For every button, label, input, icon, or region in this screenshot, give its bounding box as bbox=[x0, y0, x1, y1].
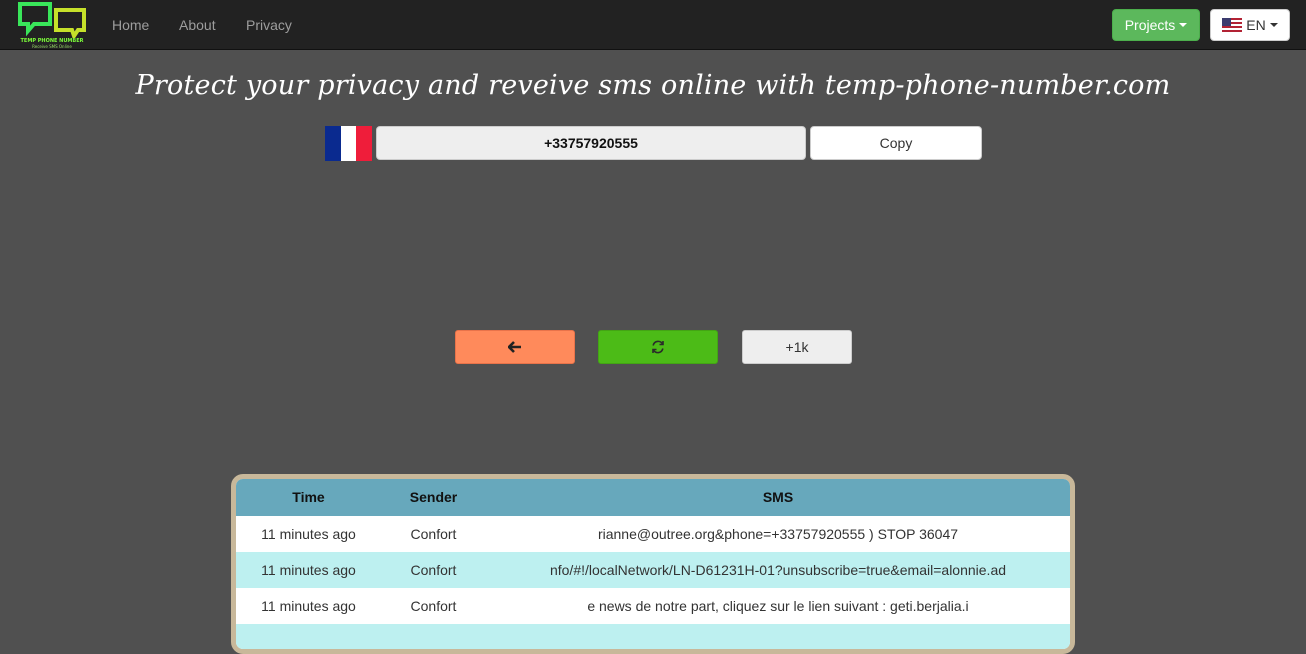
nav-about-link[interactable]: About bbox=[179, 16, 216, 34]
table-row[interactable]: 11 minutes ago Confort rianne@outree.org… bbox=[236, 516, 1070, 552]
row-sender: Confort bbox=[410, 598, 457, 614]
nav-privacy-link[interactable]: Privacy bbox=[246, 16, 292, 34]
header-sender: Sender bbox=[409, 489, 458, 505]
chat-bubbles-icon bbox=[18, 2, 86, 38]
france-flag-icon bbox=[325, 126, 373, 161]
logo-subtext: Receive SMS Online bbox=[32, 44, 72, 49]
caret-down-icon bbox=[1269, 23, 1278, 27]
row-time: 11 minutes ago bbox=[261, 598, 356, 614]
refresh-icon bbox=[652, 340, 664, 354]
phone-number-field[interactable]: +33757920555 bbox=[376, 126, 806, 160]
refresh-button[interactable] bbox=[598, 330, 718, 364]
arrow-left-icon bbox=[508, 341, 521, 353]
site-logo[interactable]: TEMP PHONE NUMBER Receive SMS Online bbox=[16, 2, 88, 49]
header-time: Time bbox=[292, 489, 325, 505]
navbar: TEMP PHONE NUMBER Receive SMS Online Hom… bbox=[0, 0, 1306, 50]
nav-home-link[interactable]: Home bbox=[112, 16, 149, 34]
row-sms: nfo/#!/localNetwork/LN-D61231H-01?unsubs… bbox=[549, 562, 1007, 578]
more-button[interactable]: +1k bbox=[742, 330, 852, 364]
table-header: Time Sender SMS bbox=[236, 479, 1070, 516]
caret-down-icon bbox=[1179, 23, 1188, 27]
us-flag-icon bbox=[1222, 18, 1243, 32]
page-headline: Protect your privacy and reveive sms onl… bbox=[135, 70, 1171, 101]
back-button[interactable] bbox=[455, 330, 575, 364]
projects-dropdown-button[interactable]: Projects bbox=[1112, 9, 1200, 41]
table-row[interactable]: 11 minutes ago Confort e news de notre p… bbox=[236, 588, 1070, 624]
row-sms: rianne@outree.org&phone=+33757920555 ) S… bbox=[597, 526, 959, 542]
projects-label: Projects bbox=[1124, 17, 1176, 33]
table-row[interactable]: 11 minutes ago Confort nfo/#!/localNetwo… bbox=[236, 552, 1070, 588]
row-time: 11 minutes ago bbox=[261, 562, 356, 578]
row-sms: e news de notre part, cliquez sur le lie… bbox=[587, 598, 969, 614]
row-time: 11 minutes ago bbox=[261, 526, 356, 542]
sms-table: Time Sender SMS 11 minutes ago Confort r… bbox=[231, 474, 1075, 654]
header-sms: SMS bbox=[762, 489, 794, 505]
table-row[interactable] bbox=[236, 624, 1070, 649]
language-label: EN bbox=[1246, 17, 1266, 33]
language-dropdown-button[interactable]: EN bbox=[1210, 9, 1290, 41]
copy-button[interactable]: Copy bbox=[810, 126, 982, 160]
row-sender: Confort bbox=[410, 526, 457, 542]
row-sender: Confort bbox=[410, 562, 457, 578]
